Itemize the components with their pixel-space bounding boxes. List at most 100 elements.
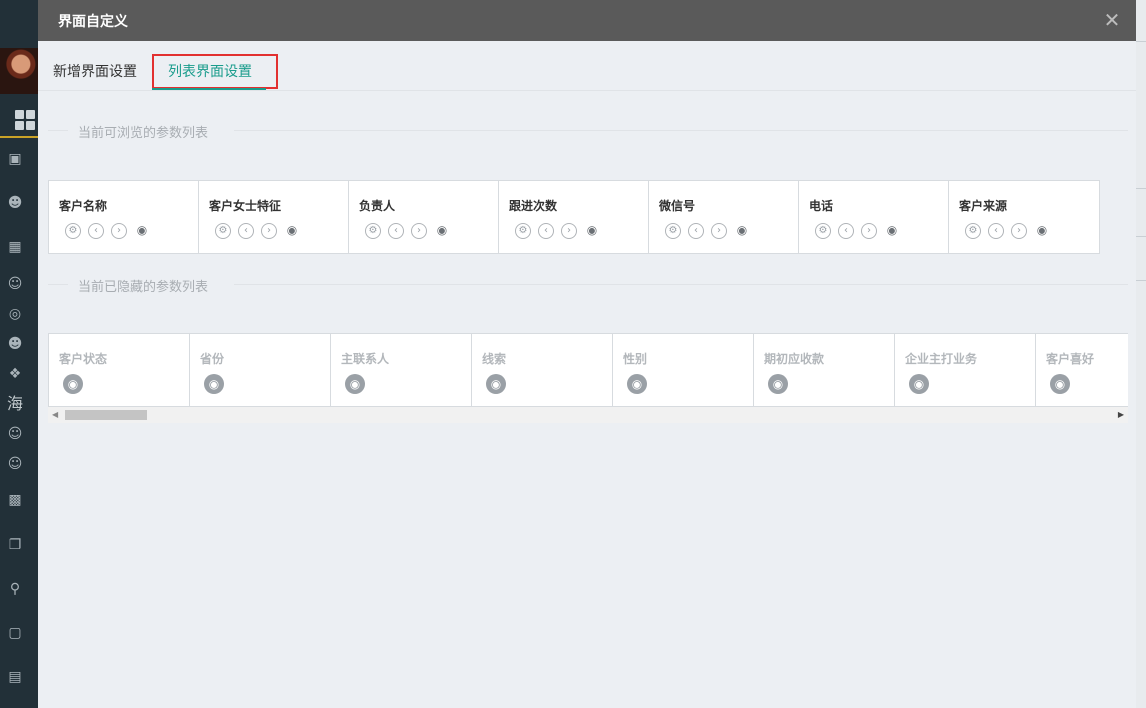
show-eye-icon[interactable]: ◉ <box>486 374 506 394</box>
settings-icon[interactable]: ⚙ <box>965 223 981 239</box>
field-actions: ⚙ ‹ › ◉ <box>515 223 600 239</box>
show-eye-icon[interactable]: ◉ <box>627 374 647 394</box>
visible-field-cell: 客户名称 ⚙ ‹ › ◉ <box>49 181 199 253</box>
move-right-icon[interactable]: › <box>261 223 277 239</box>
move-left-icon[interactable]: ‹ <box>688 223 704 239</box>
box-icon[interactable]: ▢ <box>7 625 23 641</box>
move-right-icon[interactable]: › <box>561 223 577 239</box>
horizontal-scrollbar[interactable]: ◀ ▶ <box>48 407 1128 423</box>
group-icon[interactable]: ☻ <box>7 195 23 211</box>
layers-icon[interactable]: ❐ <box>7 537 23 553</box>
settings-icon[interactable]: ⚙ <box>815 223 831 239</box>
move-left-icon[interactable]: ‹ <box>988 223 1004 239</box>
active-tab-underline <box>152 88 266 90</box>
move-right-icon[interactable]: › <box>1011 223 1027 239</box>
settings-icon[interactable]: ⚙ <box>665 223 681 239</box>
document-icon[interactable]: ▤ <box>7 669 23 685</box>
show-eye-icon[interactable]: ◉ <box>63 374 83 394</box>
show-eye-icon[interactable]: ◉ <box>345 374 365 394</box>
user-avatar[interactable] <box>0 48 38 94</box>
move-right-icon[interactable]: › <box>111 223 127 239</box>
close-icon[interactable]: ✕ <box>1102 10 1122 30</box>
show-eye-icon[interactable]: ◉ <box>204 374 224 394</box>
hidden-field-cell: 线索 ◉ <box>472 334 613 406</box>
app-sidebar: ▣ ☻ ▦ ☺ ◎ ☻ ❖ 海 ☺ ☺ ▩ ❐ ⚲ ▢ ▤ <box>0 0 38 708</box>
field-name: 期初应收款 <box>764 352 825 366</box>
handshake-icon[interactable]: ❖ <box>7 366 23 382</box>
show-eye-icon[interactable]: ◉ <box>909 374 929 394</box>
move-left-icon[interactable]: ‹ <box>838 223 854 239</box>
visible-section-legend: 当前可浏览的参数列表 <box>48 120 1128 141</box>
move-right-icon[interactable]: › <box>711 223 727 239</box>
move-left-icon[interactable]: ‹ <box>388 223 404 239</box>
person-icon[interactable]: ☺ <box>7 456 23 472</box>
settings-icon[interactable]: ⚙ <box>65 223 81 239</box>
field-name: 微信号 <box>659 199 696 213</box>
scroll-left-icon[interactable]: ◀ <box>52 410 58 419</box>
field-name: 线索 <box>482 352 507 366</box>
hide-eye-icon[interactable]: ◉ <box>584 223 600 239</box>
hidden-field-cell: 性别 ◉ <box>613 334 754 406</box>
settings-icon[interactable]: ⚙ <box>515 223 531 239</box>
field-actions: ⚙ ‹ › ◉ <box>965 223 1050 239</box>
move-left-icon[interactable]: ‹ <box>238 223 254 239</box>
hide-eye-icon[interactable]: ◉ <box>284 223 300 239</box>
hidden-field-cell: 客户状态 ◉ <box>49 334 190 406</box>
active-indicator <box>0 136 38 138</box>
field-name: 跟进次数 <box>509 199 558 213</box>
monitor-icon[interactable]: ▣ <box>7 151 23 167</box>
field-name: 客户女士特征 <box>209 199 282 213</box>
field-name: 电话 <box>809 199 834 213</box>
hidden-field-cell: 期初应收款 ◉ <box>754 334 895 406</box>
hidden-fields-table: 客户状态 ◉ 省份 ◉ 主联系人 ◉ 线索 ◉ 性别 ◉ 期初应收款 ◉ 企业主打业务 ◉ 客户喜好 ◉ <box>48 333 1128 407</box>
move-right-icon[interactable]: › <box>411 223 427 239</box>
hide-eye-icon[interactable]: ◉ <box>134 223 150 239</box>
hide-eye-icon[interactable]: ◉ <box>884 223 900 239</box>
show-eye-icon[interactable]: ◉ <box>768 374 788 394</box>
visible-field-cell: 微信号 ⚙ ‹ › ◉ <box>649 181 799 253</box>
hide-eye-icon[interactable]: ◉ <box>734 223 750 239</box>
scroll-right-icon[interactable]: ▶ <box>1118 410 1124 419</box>
settings-icon[interactable]: ⚙ <box>215 223 231 239</box>
move-left-icon[interactable]: ‹ <box>538 223 554 239</box>
background-page-strip <box>1136 0 1146 708</box>
hidden-field-cell: 客户喜好 ◉ <box>1036 334 1128 406</box>
apps-grid-icon[interactable] <box>15 110 37 132</box>
bar-chart-icon[interactable]: ▩ <box>7 492 23 508</box>
contact-card-icon[interactable]: ▦ <box>7 239 23 255</box>
tab-add-interface-settings[interactable]: 新增界面设置 <box>53 61 137 81</box>
hidden-field-cell: 企业主打业务 ◉ <box>895 334 1036 406</box>
visible-field-cell: 跟进次数 ⚙ ‹ › ◉ <box>499 181 649 253</box>
field-name: 客户喜好 <box>1046 352 1095 366</box>
customize-interface-modal: 界面自定义 ✕ 新增界面设置 列表界面设置 当前可浏览的参数列表 客户名称 ⚙ ‹ ›… <box>38 0 1136 708</box>
visible-section-title: 当前可浏览的参数列表 <box>78 126 209 141</box>
hidden-field-cell: 省份 ◉ <box>190 334 331 406</box>
field-name: 负责人 <box>359 199 396 213</box>
sea-label[interactable]: 海 <box>7 396 23 412</box>
visible-field-cell: 电话 ⚙ ‹ › ◉ <box>799 181 949 253</box>
move-right-icon[interactable]: › <box>861 223 877 239</box>
visible-field-cell: 客户女士特征 ⚙ ‹ › ◉ <box>199 181 349 253</box>
hidden-section-legend: 当前已隐藏的参数列表 <box>48 274 1128 295</box>
scrollbar-thumb[interactable] <box>65 410 147 420</box>
hide-eye-icon[interactable]: ◉ <box>1034 223 1050 239</box>
field-name: 主联系人 <box>341 352 390 366</box>
hide-eye-icon[interactable]: ◉ <box>434 223 450 239</box>
target-icon[interactable]: ◎ <box>7 306 23 322</box>
search-icon[interactable]: ⚲ <box>7 581 23 597</box>
field-actions: ⚙ ‹ › ◉ <box>365 223 450 239</box>
users-icon[interactable]: ☺ <box>7 276 23 292</box>
field-actions: ⚙ ‹ › ◉ <box>665 223 750 239</box>
show-eye-icon[interactable]: ◉ <box>1050 374 1070 394</box>
modal-title: 界面自定义 <box>58 14 128 30</box>
move-left-icon[interactable]: ‹ <box>88 223 104 239</box>
user-list-icon[interactable]: ☺ <box>7 426 23 442</box>
field-actions: ⚙ ‹ › ◉ <box>215 223 300 239</box>
hidden-section-title: 当前已隐藏的参数列表 <box>78 280 209 295</box>
hidden-field-cell: 主联系人 ◉ <box>331 334 472 406</box>
field-name: 客户状态 <box>59 352 108 366</box>
user-doc-icon[interactable]: ☻ <box>7 336 23 352</box>
settings-icon[interactable]: ⚙ <box>365 223 381 239</box>
field-name: 客户名称 <box>59 199 108 213</box>
field-name: 客户来源 <box>959 199 1008 213</box>
